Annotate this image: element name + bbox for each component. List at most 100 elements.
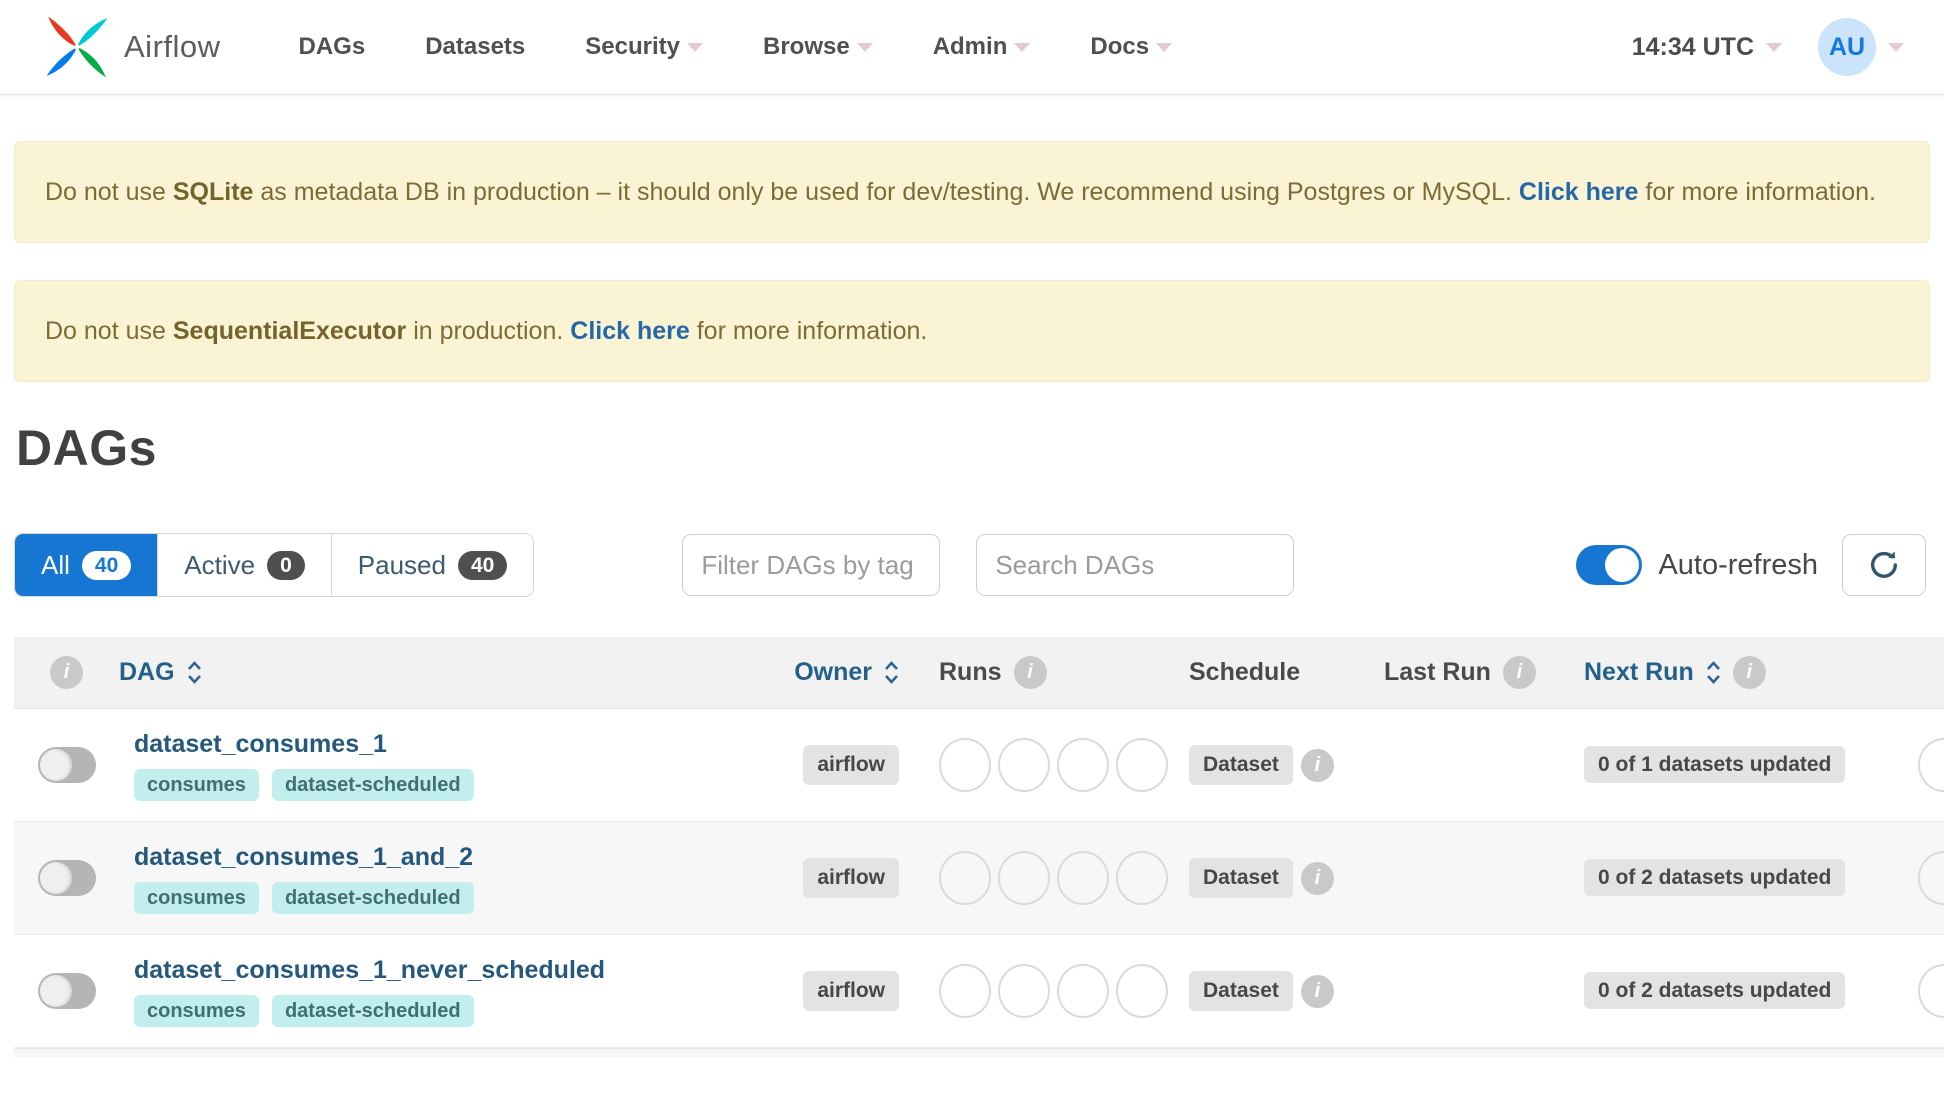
top-navbar: Airflow DAGs Datasets Security Browse Ad… [0, 0, 1944, 95]
sort-icon[interactable] [1706, 661, 1721, 684]
tab-paused[interactable]: Paused 40 [331, 534, 534, 596]
next-run-badge: 0 of 2 datasets updated [1584, 972, 1846, 1010]
next-run-cell: 0 of 1 datasets updated [1584, 746, 1904, 784]
dag-name-link[interactable]: dataset_consumes_1 [134, 730, 769, 759]
run-status-circle[interactable] [1116, 964, 1168, 1018]
dag-cell: dataset_consumes_1 consumes dataset-sche… [119, 730, 769, 801]
runs-cell [939, 851, 1189, 905]
owner-cell: airflow [769, 971, 939, 1011]
header-label: Schedule [1189, 658, 1301, 686]
tag-pill[interactable]: consumes [134, 994, 259, 1027]
next-row-partial [14, 1048, 1944, 1057]
header-dag[interactable]: DAG [119, 658, 769, 687]
header-schedule: Schedule [1189, 658, 1384, 687]
click-here-link[interactable]: Click here [570, 317, 690, 345]
airflow-brand[interactable]: Airflow [40, 10, 221, 84]
dags-table: i DAG Owner Runs i Schedule Last Run i N… [14, 637, 1944, 1057]
row-toggle-cell [14, 747, 119, 783]
sequential-executor-warning-banner: Do not use SequentialExecutor in product… [14, 280, 1930, 382]
user-menu[interactable]: AU [1818, 18, 1904, 76]
chevron-down-icon [1014, 42, 1031, 52]
tag-pill[interactable]: dataset-scheduled [271, 768, 474, 801]
nav-item-dags[interactable]: DAGs [299, 23, 366, 71]
run-status-circle[interactable] [939, 851, 991, 905]
info-icon[interactable]: i [1502, 656, 1536, 689]
timezone-selector[interactable]: 14:34 UTC [1632, 33, 1782, 62]
auto-refresh-toggle[interactable] [1576, 545, 1643, 585]
dag-name-link[interactable]: dataset_consumes_1_never_scheduled [134, 956, 769, 985]
run-status-circle [1918, 738, 1944, 792]
schedule-badge[interactable]: Dataset [1189, 971, 1293, 1011]
navbar-right: 14:34 UTC AU [1632, 18, 1904, 76]
chevron-down-icon [856, 42, 873, 52]
chevron-down-icon [1888, 42, 1904, 52]
dag-cell: dataset_consumes_1_and_2 consumes datase… [119, 843, 769, 914]
tab-label: Paused [357, 549, 446, 580]
nav-item-browse[interactable]: Browse [763, 23, 873, 71]
next-run-badge: 0 of 1 datasets updated [1584, 746, 1846, 784]
count-badge: 0 [267, 550, 305, 580]
sort-icon[interactable] [884, 661, 899, 684]
dag-pause-toggle[interactable] [37, 860, 96, 896]
runs-cell [939, 738, 1189, 792]
tag-pill[interactable]: dataset-scheduled [271, 994, 474, 1027]
filter-tags-input[interactable] [682, 534, 941, 596]
info-icon[interactable]: i [1300, 861, 1334, 895]
info-icon[interactable]: i [1300, 974, 1334, 1008]
run-status-circle[interactable] [939, 738, 991, 792]
run-status-circle [1918, 964, 1944, 1018]
chevron-down-icon [686, 42, 703, 52]
count-badge: 40 [81, 550, 132, 580]
info-icon[interactable]: i [1300, 748, 1334, 782]
tab-all[interactable]: All 40 [15, 534, 159, 596]
nav-item-datasets[interactable]: Datasets [425, 23, 525, 71]
run-status-circle[interactable] [1057, 738, 1109, 792]
table-row: dataset_consumes_1 consumes dataset-sche… [14, 709, 1944, 822]
run-status-circle[interactable] [1057, 851, 1109, 905]
alert-text: Do not use [45, 317, 173, 345]
nav-item-admin[interactable]: Admin [933, 23, 1031, 71]
run-status-circle[interactable] [998, 738, 1050, 792]
info-icon[interactable]: i [1013, 656, 1047, 689]
run-status-circle[interactable] [998, 964, 1050, 1018]
row-toggle-cell [14, 860, 119, 896]
schedule-cell: Dataset i [1189, 745, 1384, 785]
tab-active[interactable]: Active 0 [158, 534, 332, 596]
run-status-circle[interactable] [1116, 851, 1168, 905]
dag-pause-toggle[interactable] [37, 973, 96, 1009]
run-status-circle[interactable] [939, 964, 991, 1018]
search-dags-input[interactable] [976, 534, 1295, 596]
table-row: dataset_consumes_1_never_scheduled consu… [14, 935, 1944, 1048]
filter-bar: All 40 Active 0 Paused 40 Auto-refresh [14, 533, 1926, 597]
tag-pill[interactable]: consumes [134, 881, 259, 914]
tag-pill[interactable]: consumes [134, 768, 259, 801]
nav-item-docs[interactable]: Docs [1090, 23, 1173, 71]
dag-name-link[interactable]: dataset_consumes_1_and_2 [134, 843, 769, 872]
alert-text: Do not use [45, 178, 173, 206]
tab-label: Active [184, 549, 256, 580]
refresh-button[interactable] [1842, 534, 1926, 596]
page-title: DAGs [16, 420, 157, 476]
alert-text: for more information. [1638, 178, 1877, 206]
tag-pill[interactable]: dataset-scheduled [271, 881, 474, 914]
header-next-run[interactable]: Next Run i [1584, 656, 1904, 689]
dag-pause-toggle[interactable] [37, 747, 96, 783]
info-icon[interactable]: i [50, 656, 83, 689]
nav-item-security[interactable]: Security [585, 23, 703, 71]
avatar[interactable]: AU [1818, 18, 1876, 76]
header-toggle-col: i [14, 656, 119, 689]
run-status-circle[interactable] [1057, 964, 1109, 1018]
run-status-circle[interactable] [1116, 738, 1168, 792]
next-run-badge: 0 of 2 datasets updated [1584, 859, 1846, 897]
header-owner[interactable]: Owner [769, 658, 939, 687]
dag-cell: dataset_consumes_1_never_scheduled consu… [119, 956, 769, 1027]
sort-icon[interactable] [187, 661, 202, 684]
schedule-badge[interactable]: Dataset [1189, 745, 1293, 785]
click-here-link[interactable]: Click here [1519, 178, 1639, 206]
alert-text: for more information. [689, 317, 928, 345]
info-icon[interactable]: i [1732, 656, 1766, 689]
schedule-badge[interactable]: Dataset [1189, 858, 1293, 898]
header-runs: Runs i [939, 656, 1189, 689]
run-status-circle[interactable] [998, 851, 1050, 905]
row-toggle-cell [14, 973, 119, 1009]
